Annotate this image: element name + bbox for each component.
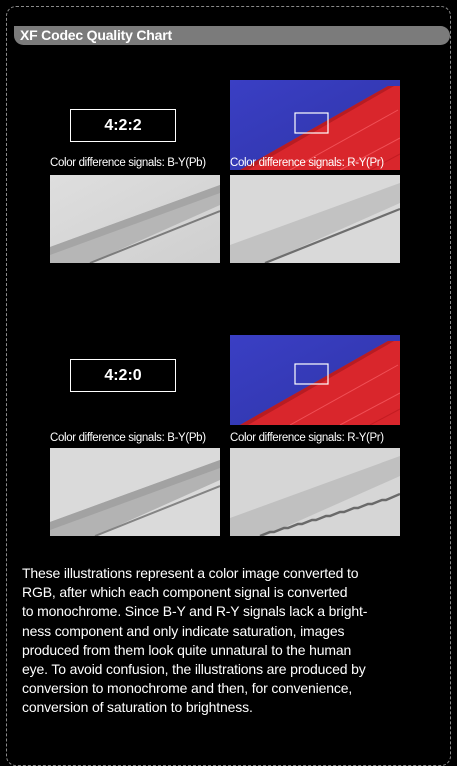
description-line: conversion of saturation to brightness. xyxy=(22,699,253,716)
caption-ry-pr-420: Color difference signals: R-Y(Pr) xyxy=(230,432,384,444)
description-line: conversion to monochrome and then, for c… xyxy=(22,680,353,697)
sampling-label-420: 4:2:0 xyxy=(70,359,176,392)
description-line: produced from them look quite unnatural … xyxy=(22,641,352,658)
ry-pr-image-420 xyxy=(230,448,400,536)
page-title: XF Codec Quality Chart xyxy=(20,27,172,43)
description-line: to monochrome. Since B-Y and R-Y signals… xyxy=(22,603,368,620)
description-line: RGB, after which each component signal i… xyxy=(22,584,348,601)
red-object-photo-420 xyxy=(230,335,400,425)
description-line: ness component and only indicate saturat… xyxy=(22,622,345,639)
ry-pr-image-422 xyxy=(230,175,400,263)
sampling-label-422: 4:2:2 xyxy=(70,109,176,142)
description-text: These illustrations represent a color im… xyxy=(22,564,442,718)
caption-by-pb-422: Color difference signals: B-Y(Pb) xyxy=(50,157,206,169)
by-pb-image-422 xyxy=(50,175,220,263)
description-line: eye. To avoid confusion, the illustratio… xyxy=(22,661,366,678)
by-pb-image-420 xyxy=(50,448,220,536)
caption-by-pb-420: Color difference signals: B-Y(Pb) xyxy=(50,432,206,444)
description-line: These illustrations represent a color im… xyxy=(22,565,359,581)
caption-ry-pr-422: Color difference signals: R-Y(Pr) xyxy=(230,157,384,169)
